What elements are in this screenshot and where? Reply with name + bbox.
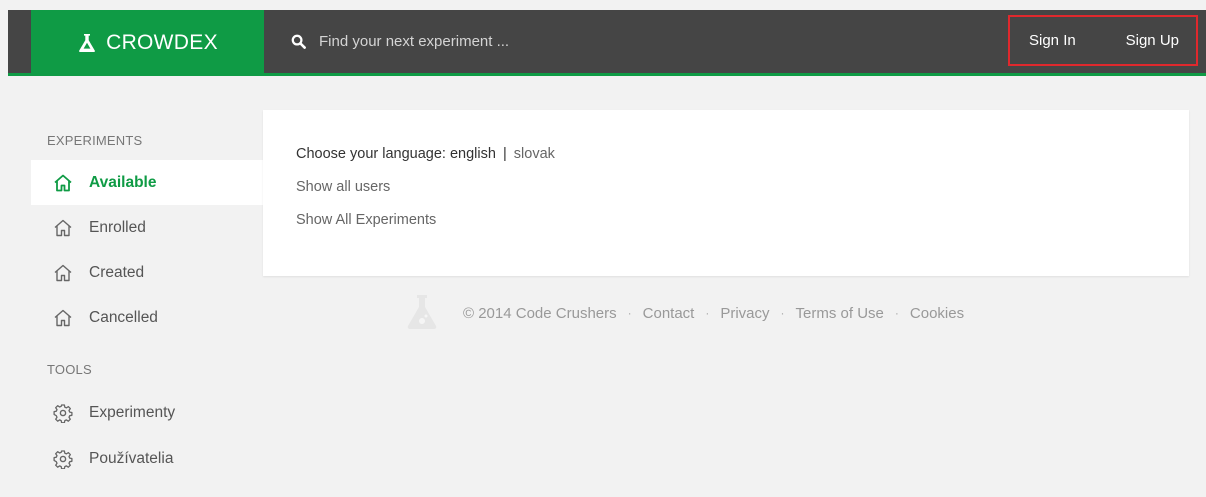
sidebar-item-label: Používatelia <box>89 449 174 467</box>
footer-separator: · <box>627 306 632 320</box>
gear-icon <box>53 449 73 469</box>
sidebar-item-label: Created <box>89 263 145 281</box>
sidebar-item-available[interactable]: Available <box>31 160 263 205</box>
sidebar-item-pouzivatelia[interactable]: Používatelia <box>31 436 263 481</box>
footer: © 2014 Code Crushers · Contact · Privacy… <box>405 293 964 333</box>
copyright-text: © 2014 Code Crushers <box>463 304 617 322</box>
auth-links: Sign In Sign Up <box>1008 15 1198 66</box>
footer-link-terms[interactable]: Terms of Use <box>796 305 884 322</box>
show-all-experiments-link[interactable]: Show All Experiments <box>296 212 436 228</box>
home-icon <box>54 264 72 281</box>
home-icon <box>54 309 72 326</box>
flask-logo-icon <box>407 295 437 329</box>
brand-logo[interactable]: CROWDEX <box>31 10 264 76</box>
sign-up-link[interactable]: Sign Up <box>1126 32 1179 49</box>
home-icon <box>54 174 72 191</box>
language-separator: | <box>502 146 507 162</box>
footer-link-contact[interactable]: Contact <box>643 305 695 322</box>
language-prefix: Choose your language: <box>296 146 446 162</box>
sign-in-link[interactable]: Sign In <box>1029 32 1076 49</box>
top-navbar: CROWDEX Sign In Sign Up <box>8 10 1206 76</box>
sidebar-item-created[interactable]: Created <box>31 250 263 295</box>
tools-section-title: TOOLS <box>47 362 92 377</box>
language-english: english <box>449 146 496 162</box>
gear-icon <box>53 403 73 423</box>
sidebar-item-label: Experimenty <box>89 403 176 421</box>
show-users-row: Show all users <box>296 179 1189 212</box>
navbar-accent-line <box>8 73 1206 76</box>
sidebar-item-label: Cancelled <box>89 308 158 326</box>
sidebar-item-label: Enrolled <box>89 218 146 236</box>
main-card: Choose your language: english | slovak S… <box>263 110 1189 276</box>
sidebar-item-experimenty[interactable]: Experimenty <box>31 390 263 435</box>
language-chooser: Choose your language: english | slovak <box>296 146 1189 179</box>
footer-link-cookies[interactable]: Cookies <box>910 305 964 322</box>
home-icon <box>54 219 72 236</box>
sidebar-item-cancelled[interactable]: Cancelled <box>31 295 263 340</box>
search-icon <box>291 34 306 49</box>
footer-separator: · <box>705 306 710 320</box>
language-slovak-link[interactable]: slovak <box>514 146 555 162</box>
sidebar-item-label: Available <box>89 173 157 191</box>
experiments-section-title: EXPERIMENTS <box>47 133 143 148</box>
sidebar-item-enrolled[interactable]: Enrolled <box>31 205 263 250</box>
brand-name: CROWDEX <box>106 31 218 54</box>
show-all-users-link[interactable]: Show all users <box>296 179 390 195</box>
footer-link-privacy[interactable]: Privacy <box>720 305 769 322</box>
flask-icon <box>79 34 96 52</box>
show-experiments-row: Show All Experiments <box>296 212 1189 245</box>
footer-separator: · <box>894 306 899 320</box>
footer-separator: · <box>780 306 785 320</box>
search-input[interactable] <box>319 33 839 50</box>
search-bar <box>291 10 839 73</box>
